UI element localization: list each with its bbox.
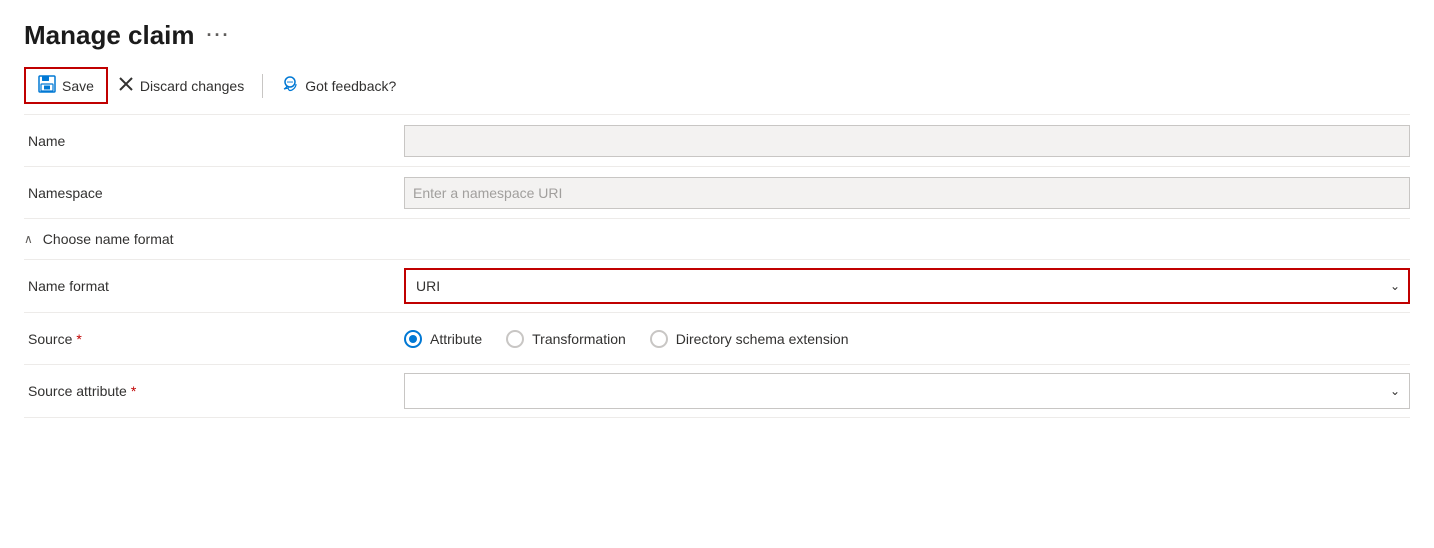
discard-changes-button[interactable]: Discard changes [108, 70, 254, 101]
source-transformation-option[interactable]: Transformation [506, 330, 626, 348]
name-format-label: Name format [24, 278, 404, 294]
source-radio-group: Attribute Transformation Directory schem… [404, 330, 849, 348]
page-title: Manage claim [24, 20, 195, 51]
name-format-select[interactable]: URI Basic Email Unspecified Windows qual… [404, 268, 1410, 304]
page-header: Manage claim ··· [24, 20, 1410, 51]
save-button[interactable]: Save [24, 67, 108, 104]
discard-icon [118, 76, 134, 95]
source-attribute-select[interactable] [404, 373, 1410, 409]
namespace-control [404, 177, 1410, 209]
toolbar-divider [262, 74, 263, 98]
choose-name-format-section[interactable]: ∧ Choose name format [24, 219, 1410, 260]
name-row: Name [24, 115, 1410, 167]
source-required-star: * [76, 331, 81, 347]
form: Name Namespace ∧ Choose name format Name… [24, 115, 1410, 418]
transformation-radio-circle[interactable] [506, 330, 524, 348]
feedback-icon [281, 76, 299, 95]
name-label: Name [24, 133, 404, 149]
save-icon [38, 75, 56, 96]
attribute-radio-dot [409, 335, 417, 343]
name-input[interactable] [404, 125, 1410, 157]
source-attribute-option[interactable]: Attribute [404, 330, 482, 348]
name-control [404, 125, 1410, 157]
namespace-row: Namespace [24, 167, 1410, 219]
source-directory-option[interactable]: Directory schema extension [650, 330, 849, 348]
name-format-select-wrapper: URI Basic Email Unspecified Windows qual… [404, 268, 1410, 304]
name-format-row: Name format URI Basic Email Unspecified … [24, 260, 1410, 313]
directory-radio-circle[interactable] [650, 330, 668, 348]
choose-name-format-label: Choose name format [43, 231, 174, 247]
attribute-radio-label: Attribute [430, 331, 482, 347]
namespace-label: Namespace [24, 185, 404, 201]
source-label: Source * [24, 331, 404, 347]
source-row: Source * Attribute Transformation [24, 313, 1410, 365]
collapse-chevron-icon: ∧ [24, 232, 33, 246]
source-attribute-label: Source attribute * [24, 383, 404, 399]
directory-radio-label: Directory schema extension [676, 331, 849, 347]
attribute-radio-circle[interactable] [404, 330, 422, 348]
feedback-label: Got feedback? [305, 78, 396, 94]
source-attribute-control: ⌄ [404, 373, 1410, 409]
save-label: Save [62, 78, 94, 94]
toolbar: Save Discard changes [24, 67, 1410, 115]
source-attribute-select-wrapper: ⌄ [404, 373, 1410, 409]
discard-label: Discard changes [140, 78, 244, 94]
name-format-control: URI Basic Email Unspecified Windows qual… [404, 268, 1410, 304]
namespace-input[interactable] [404, 177, 1410, 209]
source-attribute-required-star: * [131, 383, 136, 399]
manage-claim-page: Manage claim ··· Save Discar [0, 0, 1434, 548]
feedback-button[interactable]: Got feedback? [271, 70, 406, 101]
transformation-radio-label: Transformation [532, 331, 626, 347]
source-control: Attribute Transformation Directory schem… [404, 330, 1410, 348]
ellipsis-menu[interactable]: ··· [207, 25, 231, 46]
source-attribute-row: Source attribute * ⌄ [24, 365, 1410, 417]
